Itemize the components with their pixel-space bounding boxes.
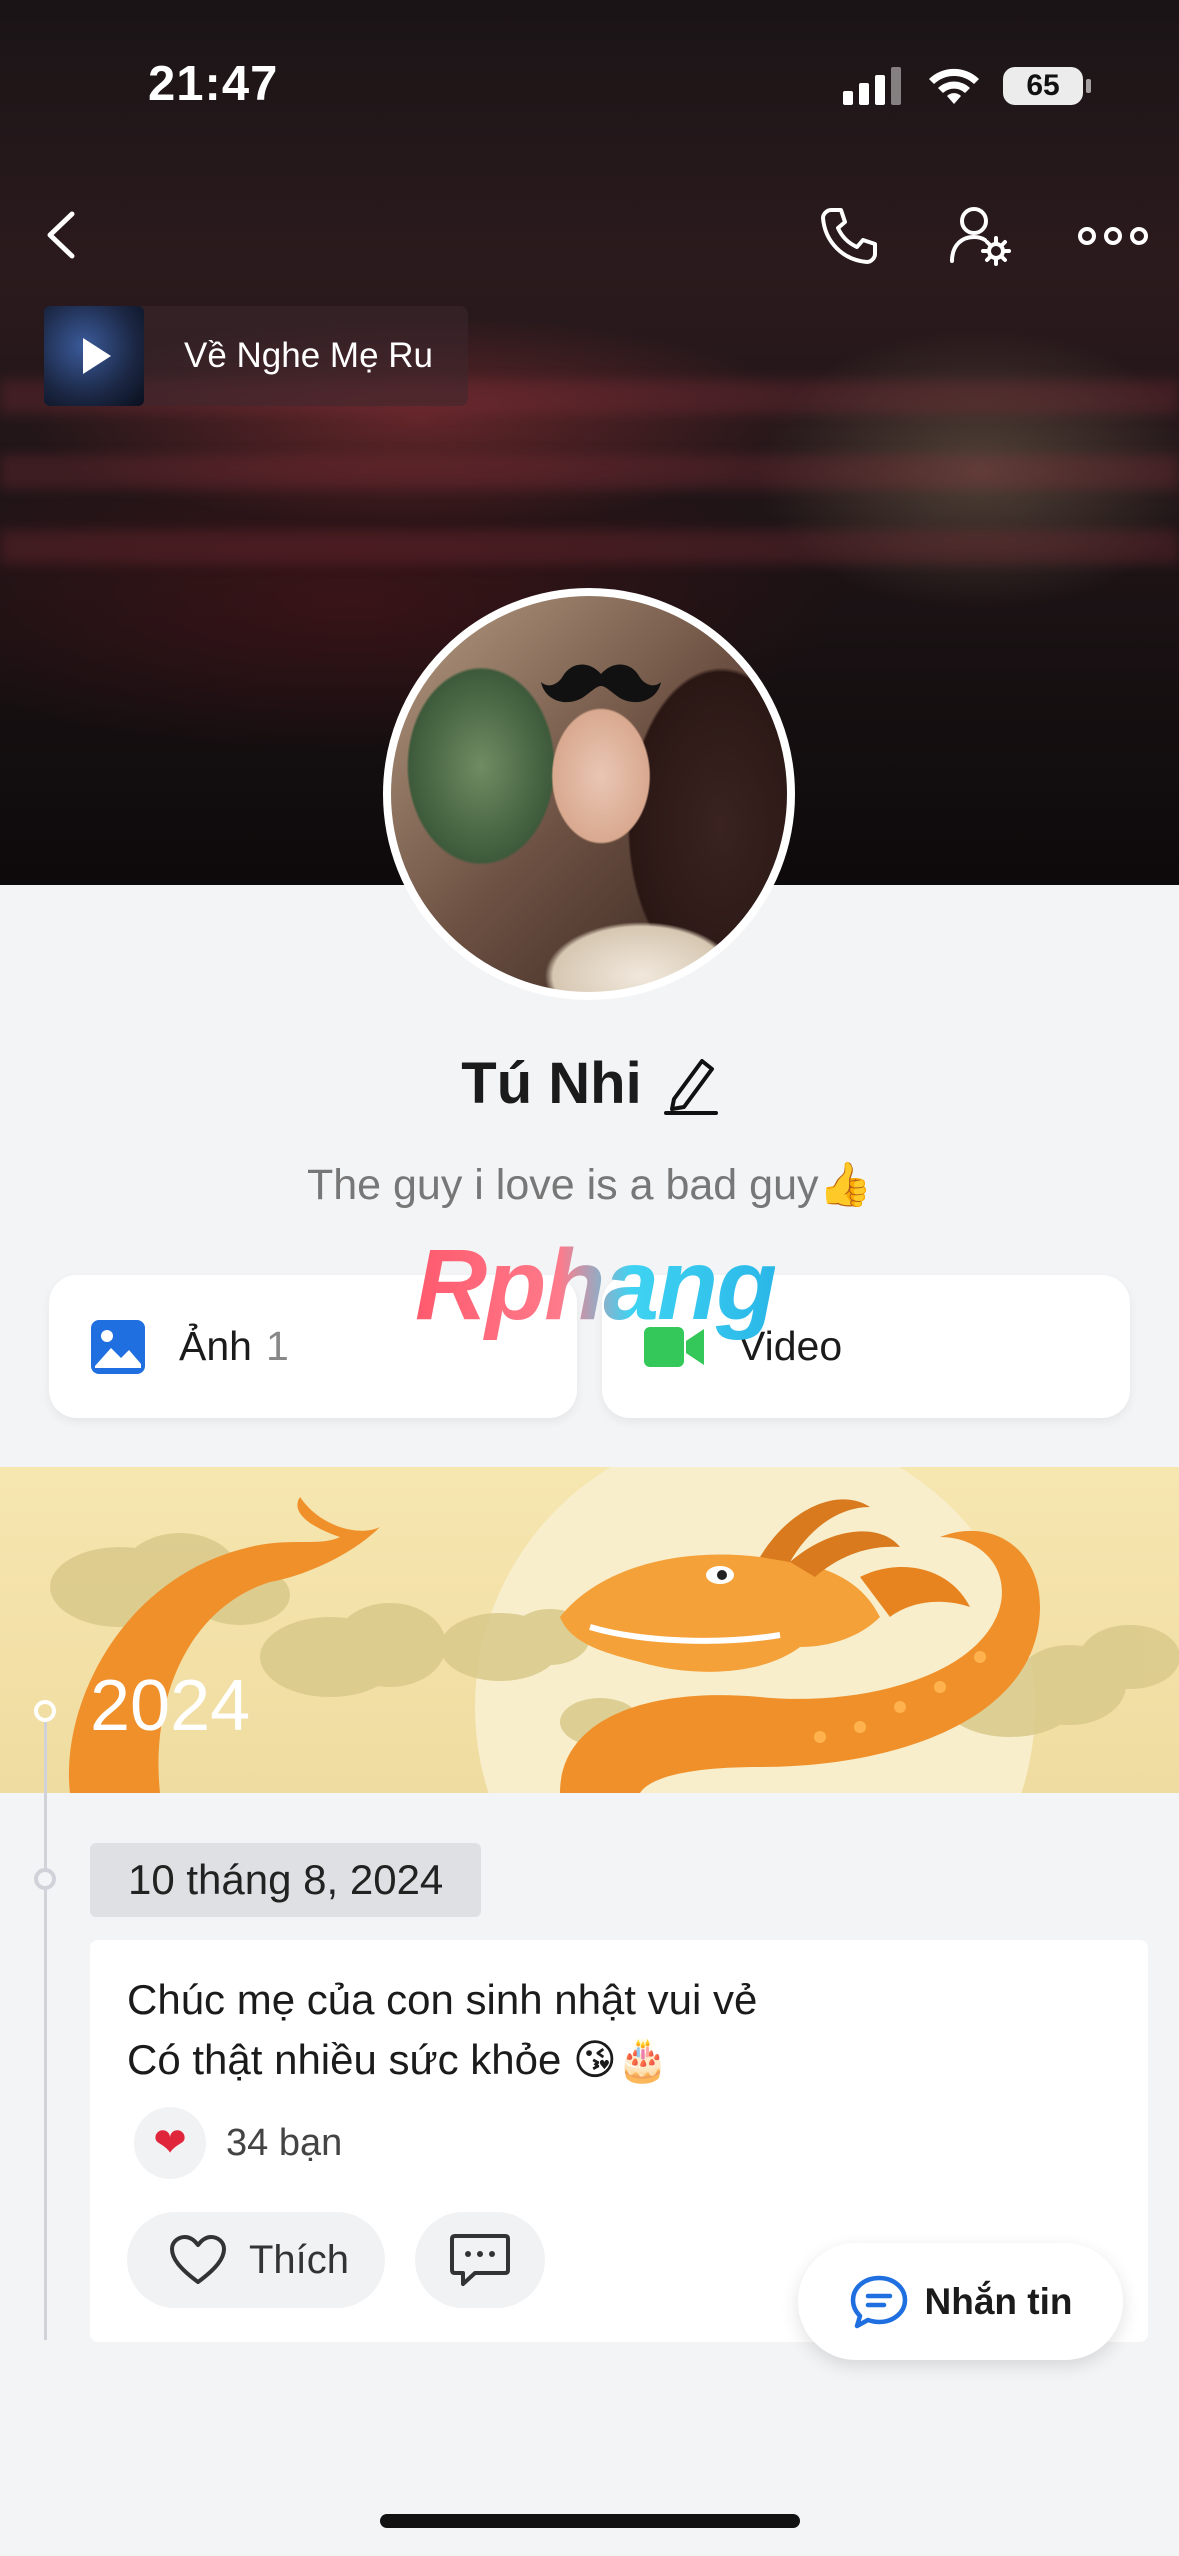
profile-settings-button[interactable] (945, 200, 1017, 272)
avatar[interactable] (383, 588, 795, 1000)
play-icon (83, 338, 111, 374)
mustache-sticker (541, 664, 661, 703)
watermark-logo: Rphang (415, 1229, 777, 1341)
music-title: Về Nghe Mẹ Ru (184, 336, 434, 375)
profile-name-row: Tú Nhi (0, 1050, 1179, 1117)
comment-icon (450, 2234, 510, 2286)
profile-bio: The guy i love is a bad guy👍 (306, 1161, 873, 1209)
like-button[interactable]: Thích (127, 2212, 385, 2308)
photos-label: Ảnh (179, 1323, 252, 1369)
chat-bubble-icon (850, 2275, 907, 2328)
like-label: Thích (249, 2237, 350, 2282)
wifi-icon (929, 68, 979, 104)
photo-gallery-icon (91, 1319, 145, 1374)
call-button[interactable] (813, 200, 885, 272)
edit-pencil-icon[interactable] (663, 1053, 718, 1115)
heart-outline-icon (170, 2235, 226, 2284)
more-options-button[interactable] (1077, 200, 1149, 272)
send-message-label: Nhắn tin (924, 2280, 1073, 2322)
send-message-button[interactable]: Nhắn tin (798, 2243, 1123, 2360)
post-text-line: Chúc mẹ của con sinh nhật vui vẻ (127, 1976, 758, 2023)
timeline-line (44, 1720, 47, 2340)
post-text: Chúc mẹ của con sinh nhật vui vẻ Có thật… (127, 1970, 757, 2090)
reaction-count: 34 bạn (226, 2121, 343, 2164)
timeline-date: 10 tháng 8, 2024 (90, 1843, 482, 1917)
status-icons: 65 (843, 66, 1091, 106)
battery-indicator: 65 (1003, 67, 1091, 105)
phone-icon (821, 208, 877, 264)
back-button[interactable] (34, 200, 94, 270)
timeline-dot-year (34, 1700, 56, 1722)
user-settings-icon (950, 207, 1011, 266)
profile-music-player[interactable]: Về Nghe Mẹ Ru (44, 306, 468, 406)
chevron-left-icon (47, 211, 75, 259)
profile-name: Tú Nhi (461, 1051, 642, 1116)
status-time: 21:47 (148, 57, 279, 111)
comment-button[interactable] (415, 2212, 545, 2308)
reaction-summary[interactable]: ❤ 34 bạn (134, 2107, 342, 2179)
music-cover-thumbnail[interactable] (44, 306, 144, 406)
cellular-signal-icon (843, 67, 901, 105)
header-actions (813, 200, 1149, 272)
photos-count: 1 (265, 1323, 289, 1369)
post-actions: Thích (127, 2212, 545, 2308)
year-label: 2024 (90, 1666, 251, 1746)
more-horizontal-icon (1078, 227, 1148, 245)
timeline-dot-date (34, 1868, 56, 1890)
post-text-line: Có thật nhiều sức khỏe 😘🎂 (127, 2036, 670, 2083)
heart-reaction-icon: ❤ (134, 2107, 206, 2179)
home-indicator[interactable] (380, 2514, 800, 2528)
